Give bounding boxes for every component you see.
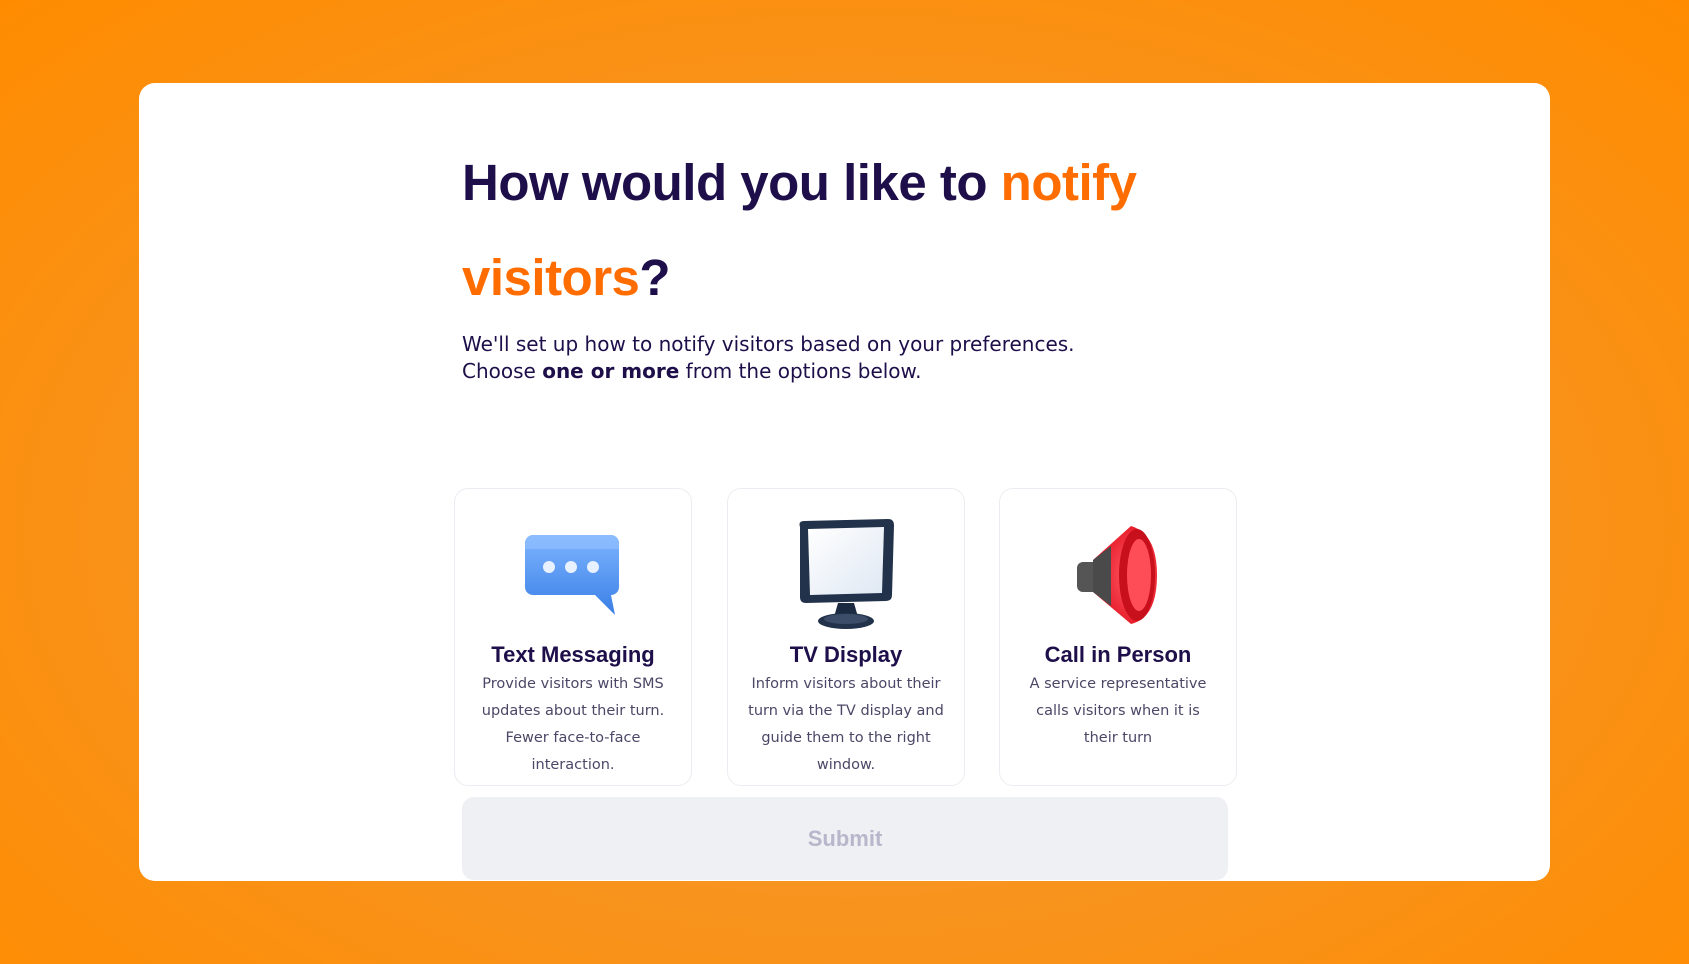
title-text: How would you like to bbox=[462, 154, 1001, 211]
option-tv-display[interactable]: TV Display Inform visitors about their t… bbox=[727, 488, 965, 786]
submit-button[interactable]: Submit bbox=[462, 797, 1228, 880]
option-description: Provide visitors with SMS updates about … bbox=[481, 676, 665, 773]
title-question-mark: ? bbox=[639, 249, 671, 306]
subtitle-line-1: We'll set up how to notify visitors base… bbox=[462, 332, 1075, 356]
notification-options: Text Messaging Provide visitors with SMS… bbox=[454, 488, 1239, 786]
speech-bubble-icon bbox=[525, 535, 619, 615]
notify-form: How would you like to notify visitors? W… bbox=[454, 135, 1262, 880]
subtitle-emphasis: one or more bbox=[542, 359, 680, 383]
option-call-in-person[interactable]: Call in Person A service representative … bbox=[999, 488, 1237, 786]
option-description: Inform visitors about their turn via the… bbox=[748, 676, 944, 773]
option-description: A service representative calls visitors … bbox=[1029, 676, 1207, 746]
option-text-messaging[interactable]: Text Messaging Provide visitors with SMS… bbox=[454, 488, 692, 786]
page-subtitle: We'll set up how to notify visitors base… bbox=[462, 331, 1262, 385]
option-title: Text Messaging bbox=[491, 642, 655, 667]
megaphone-icon bbox=[1077, 526, 1157, 624]
subtitle-line-2-pre: Choose bbox=[462, 359, 543, 383]
page-title: How would you like to notify visitors? bbox=[462, 135, 1222, 325]
monitor-icon bbox=[799, 519, 894, 629]
onboarding-card: How would you like to notify visitors? W… bbox=[139, 83, 1550, 881]
option-title: TV Display bbox=[789, 642, 903, 667]
option-title: Call in Person bbox=[1044, 642, 1192, 667]
subtitle-line-2-post: from the options below. bbox=[679, 359, 922, 383]
